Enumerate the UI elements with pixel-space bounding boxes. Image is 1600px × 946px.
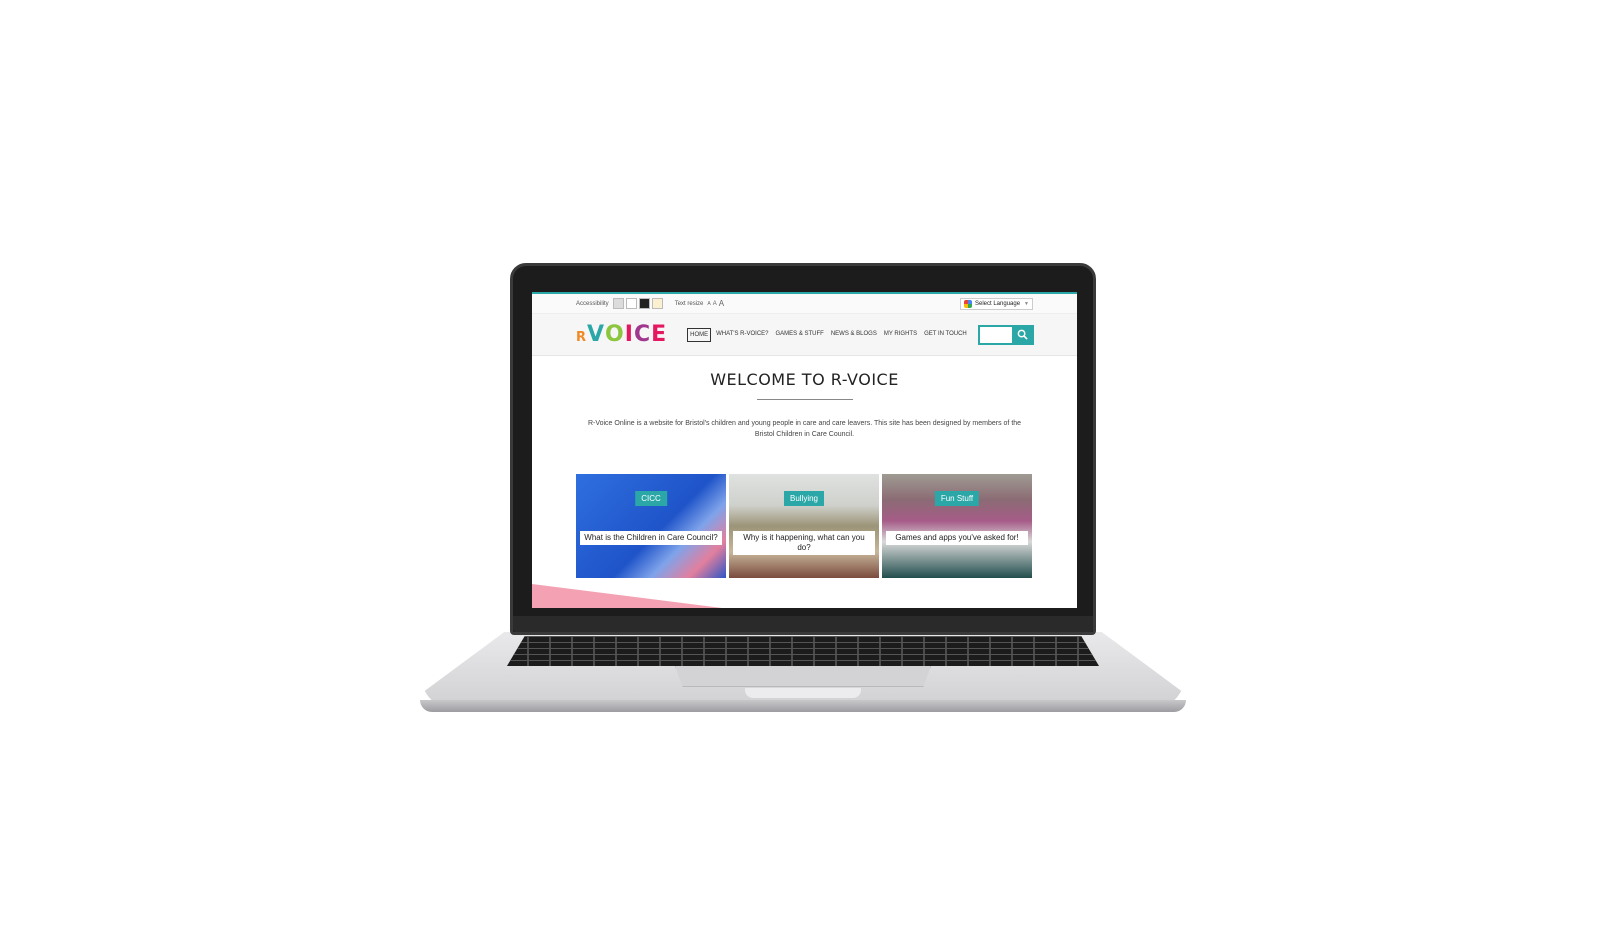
laptop-trackpad <box>675 666 931 687</box>
logo-letter-v: V <box>587 322 606 347</box>
feature-cards: CICC What is the Children in Care Counci… <box>576 474 1077 578</box>
card-image <box>576 474 726 578</box>
card-cicc[interactable]: CICC What is the Children in Care Counci… <box>576 474 726 578</box>
contrast-swatch-white[interactable] <box>625 298 637 309</box>
laptop-bezel-bottom <box>513 616 1093 632</box>
welcome-section: WELCOME TO R-VOICE R-Voice Online is a w… <box>532 356 1077 440</box>
card-image <box>729 474 879 578</box>
nav-get-in-touch[interactable]: GET IN TOUCH <box>922 328 969 342</box>
dropdown-arrow-icon: ▼ <box>1024 300 1029 307</box>
language-selector[interactable]: Select Language ▼ <box>960 297 1033 310</box>
rvoice-logo[interactable]: R V O I C E <box>576 322 667 347</box>
accessibility-label: Accessibility <box>576 300 609 307</box>
search-button[interactable] <box>1011 324 1034 345</box>
logo-letter-e: E <box>651 322 668 347</box>
logo-letter-o: O <box>605 322 625 347</box>
decorative-pink-shape <box>532 584 722 608</box>
intro-text: R-Voice Online is a website for Bristol'… <box>587 420 1022 438</box>
title-divider <box>756 399 853 400</box>
nav-games-stuff[interactable]: GAMES & STUFF <box>774 328 826 342</box>
utility-bar: Accessibility Text resize A A A Select L… <box>532 294 1077 314</box>
text-resize-small[interactable]: A <box>707 301 710 307</box>
nav-my-rights[interactable]: MY RIGHTS <box>882 328 919 342</box>
contrast-swatch-grey[interactable] <box>612 298 624 309</box>
search-input[interactable] <box>977 324 1012 345</box>
logo-letter-c: C <box>633 322 652 347</box>
logo-letter-i: I <box>624 322 634 347</box>
laptop-notch <box>745 688 861 698</box>
logo-letter-r: R <box>576 330 588 345</box>
contrast-swatch-black[interactable] <box>638 298 650 309</box>
search-box <box>977 324 1034 345</box>
card-bullying[interactable]: Bullying Why is it happening, what can y… <box>729 474 879 578</box>
card-caption[interactable]: What is the Children in Care Council? <box>580 531 722 545</box>
text-resize-label: Text resize <box>674 300 704 307</box>
nav-whats-rvoice[interactable]: WHAT'S R-VOICE? <box>714 328 770 342</box>
nav-news-blogs[interactable]: NEWS & BLOGS <box>829 328 879 342</box>
card-caption[interactable]: Why is it happening, what can you do? <box>733 531 875 555</box>
card-tag[interactable]: CICC <box>635 491 667 506</box>
laptop-mockup: Accessibility Text resize A A A Select L… <box>0 0 1600 946</box>
laptop-lid: Accessibility Text resize A A A Select L… <box>510 263 1096 635</box>
card-tag[interactable]: Fun Stuff <box>934 491 980 506</box>
contrast-swatch-cream[interactable] <box>651 298 663 309</box>
text-resize-medium[interactable]: A <box>713 301 717 307</box>
laptop-base-edge <box>420 700 1186 712</box>
text-resize-large[interactable]: A <box>719 299 724 308</box>
language-label: Select Language <box>975 300 1021 307</box>
search-icon <box>1017 329 1028 340</box>
main-nav: HOME WHAT'S R-VOICE? GAMES & STUFF NEWS … <box>687 327 972 342</box>
keyboard-rows <box>507 636 1099 666</box>
google-icon <box>964 299 972 308</box>
card-caption[interactable]: Games and apps you've asked for! <box>886 531 1028 545</box>
nav-home[interactable]: HOME <box>687 327 712 342</box>
card-image <box>882 474 1032 578</box>
page-title: WELCOME TO R-VOICE <box>710 370 899 389</box>
card-fun-stuff[interactable]: Fun Stuff Games and apps you've asked fo… <box>882 474 1032 578</box>
card-tag[interactable]: Bullying <box>783 491 825 506</box>
laptop-screen: Accessibility Text resize A A A Select L… <box>532 292 1077 608</box>
site-header: R V O I C E HOME WHAT'S R-VOICE? GAMES &… <box>532 314 1077 356</box>
